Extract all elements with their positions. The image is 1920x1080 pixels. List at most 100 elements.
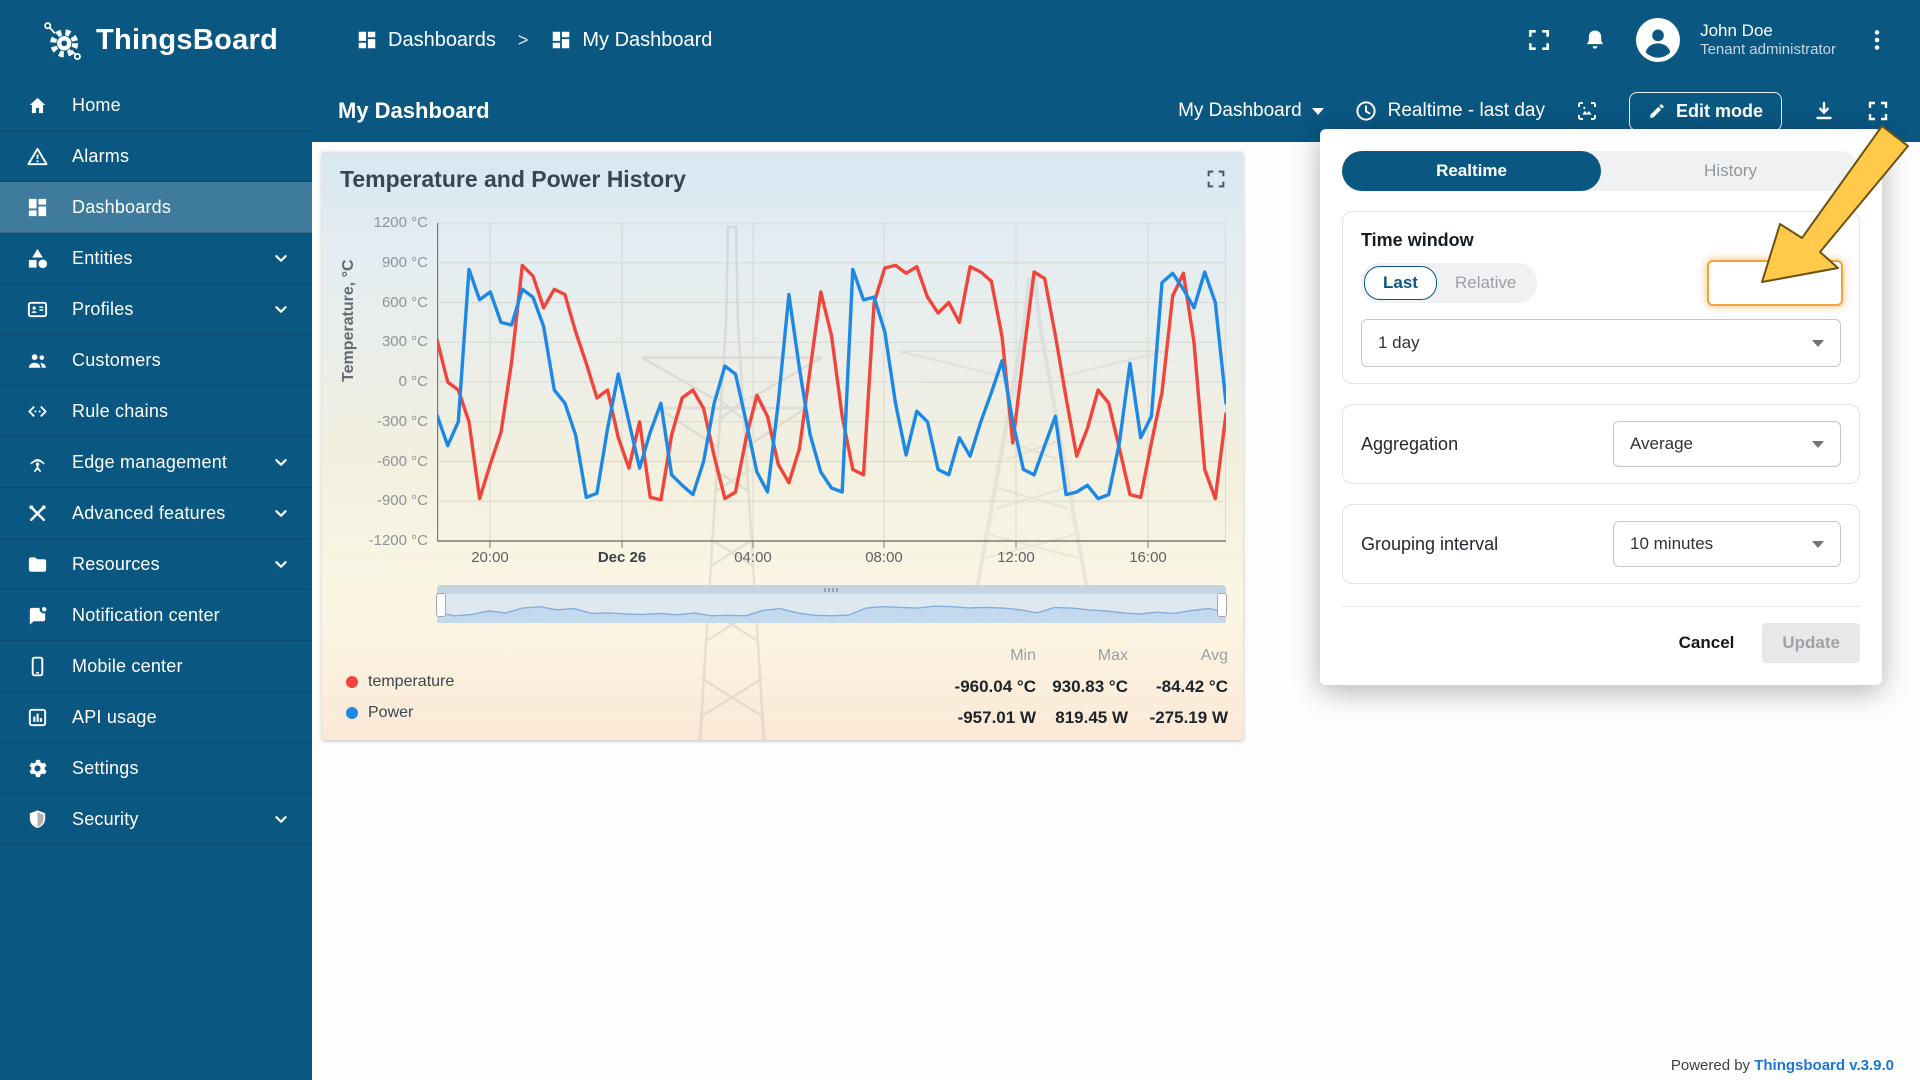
y-tick-label: 900 °C <box>381 253 428 271</box>
sidebar-item-alarms[interactable]: Alarms <box>0 131 312 182</box>
sidebar-item-entities[interactable]: Entities <box>0 233 312 284</box>
dashboard-select[interactable]: My Dashboard <box>1178 100 1324 122</box>
sidebar-item-security[interactable]: Security <box>0 794 312 845</box>
time-window-card: Time window Last Relative 1 day <box>1342 211 1860 384</box>
y-axis-label: Temperature, °C <box>340 259 357 382</box>
chart-widget: Temperature and Power History Temperatur… <box>322 152 1243 740</box>
sidebar-item-label: Entities <box>72 247 133 268</box>
stats-value: -275.19 W <box>1149 707 1228 727</box>
app-logo[interactable]: ThingsBoard <box>0 18 312 62</box>
highlighted-input[interactable] <box>1707 260 1843 306</box>
update-button[interactable]: Update <box>1762 623 1860 663</box>
sidebar-item-advanced-features[interactable]: Advanced features <box>0 488 312 539</box>
stats-row-power: -957.01 W 819.45 W -275.19 W <box>936 702 1228 733</box>
sidebar-item-notification-center[interactable]: Notification center <box>0 590 312 641</box>
sidebar-item-profiles[interactable]: Profiles <box>0 284 312 335</box>
time-window-heading: Time window <box>1361 230 1474 250</box>
stats-row-temperature: -960.04 °C 930.83 °C -84.42 °C <box>936 671 1228 702</box>
chart-stats-table: Min Max Avg -960.04 °C 930.83 °C -84.42 °C -95… <box>936 640 1228 733</box>
user-role: Tenant administrator <box>1700 41 1836 59</box>
user-avatar[interactable] <box>1636 18 1681 62</box>
aggregation-value: Average <box>1630 434 1694 453</box>
aggregation-label: Aggregation <box>1361 433 1459 454</box>
cancel-button[interactable]: Cancel <box>1679 633 1735 653</box>
x-tick-label: 04:00 <box>734 549 772 566</box>
temperature-line <box>437 263 1226 502</box>
tab-realtime[interactable]: Realtime <box>1342 151 1601 191</box>
tab-history[interactable]: History <box>1601 151 1860 191</box>
stats-header: Max <box>1097 646 1128 664</box>
sidebar-item-label: Customers <box>72 349 161 370</box>
screenshot-button[interactable] <box>1575 99 1599 123</box>
stats-header: Avg <box>1200 646 1228 664</box>
interval-value: 1 day <box>1378 333 1420 352</box>
chevron-down-icon <box>270 706 292 728</box>
stats-value: -957.01 W <box>957 707 1036 727</box>
breadcrumb-current[interactable]: My Dashboard <box>550 29 712 52</box>
sidebar-item-dashboards[interactable]: Dashboards <box>0 182 312 233</box>
line-chart <box>437 223 1226 548</box>
sidebar-item-resources[interactable]: Resources <box>0 539 312 590</box>
user-info[interactable]: John Doe Tenant administrator <box>1700 20 1836 60</box>
sidebar-item-rule-chains[interactable]: Rule chains <box>0 386 312 437</box>
pencil-icon <box>1650 104 1664 118</box>
person-icon <box>1645 29 1671 58</box>
more-menu-button[interactable] <box>1862 25 1892 55</box>
x-tick-label: 08:00 <box>865 549 903 566</box>
legend-dot <box>346 675 358 688</box>
toggle-last[interactable]: Last <box>1364 266 1437 300</box>
chevron-down-icon <box>1311 107 1324 115</box>
edit-mode-button[interactable]: Edit mode <box>1628 91 1782 131</box>
chevron-down-icon <box>270 502 292 524</box>
edge-management-icon <box>26 450 50 474</box>
sidebar-item-label: Dashboards <box>72 196 172 217</box>
dashboard-fullscreen-button[interactable] <box>1866 99 1890 123</box>
sidebar-item-label: Security <box>72 808 139 829</box>
sidebar-item-mobile-center[interactable]: Mobile center <box>0 641 312 692</box>
notifications-button[interactable] <box>1580 25 1610 55</box>
widget-expand-button[interactable] <box>1205 168 1227 195</box>
sidebar-item-api-usage[interactable]: API usage <box>0 692 312 743</box>
advanced-features-icon <box>26 501 50 525</box>
toggle-relative[interactable]: Relative <box>1437 267 1534 299</box>
sidebar-item-label: Edge management <box>72 451 228 472</box>
home-icon <box>26 93 50 117</box>
legend-item-temperature[interactable]: temperature <box>346 666 454 697</box>
thingsboard-version-link[interactable]: Thingsboard v.3.9.0 <box>1754 1057 1894 1074</box>
sidebar-item-label: Resources <box>72 553 160 574</box>
navigator-rail[interactable] <box>437 585 1226 594</box>
chevron-down-icon <box>270 145 292 167</box>
fullscreen-icon <box>1868 101 1888 121</box>
legend-dot <box>346 706 358 719</box>
customers-icon <box>26 348 50 372</box>
navigator-right-handle[interactable] <box>1217 593 1227 617</box>
api-usage-icon <box>26 705 50 729</box>
download-button[interactable] <box>1812 99 1836 123</box>
dashboards-icon <box>358 31 376 49</box>
sidebar-item-customers[interactable]: Customers <box>0 335 312 386</box>
powered-by: Powered by Thingsboard v.3.9.0 <box>1671 1057 1894 1074</box>
chevron-down-icon <box>270 757 292 779</box>
resources-icon <box>26 552 50 576</box>
fullscreen-button[interactable] <box>1524 25 1554 55</box>
interval-select[interactable]: 1 day <box>1361 319 1841 367</box>
chevron-down-icon <box>1812 339 1824 347</box>
time-window-button[interactable]: Realtime - last day <box>1354 99 1545 123</box>
legend-label: Power <box>368 703 414 721</box>
chevron-down-icon <box>270 655 292 677</box>
alarms-icon <box>26 144 50 168</box>
image-icon <box>1577 102 1596 120</box>
legend-item-power[interactable]: Power <box>346 697 454 728</box>
y-tick-label: -1200 °C <box>368 532 428 549</box>
sidebar-item-label: Settings <box>72 757 139 778</box>
sidebar-item-home[interactable]: Home <box>0 80 312 131</box>
chart-navigator[interactable] <box>436 585 1227 623</box>
breadcrumb-dashboards[interactable]: Dashboards <box>356 29 496 52</box>
sidebar-item-settings[interactable]: Settings <box>0 743 312 794</box>
sidebar-item-edge-management[interactable]: Edge management <box>0 437 312 488</box>
navigator-left-handle[interactable] <box>436 593 446 617</box>
x-tick-label: 20:00 <box>471 549 509 566</box>
stats-value: 819.45 W <box>1055 707 1128 727</box>
grouping-interval-select[interactable]: 10 minutes <box>1613 521 1841 567</box>
aggregation-select[interactable]: Average <box>1613 421 1841 467</box>
